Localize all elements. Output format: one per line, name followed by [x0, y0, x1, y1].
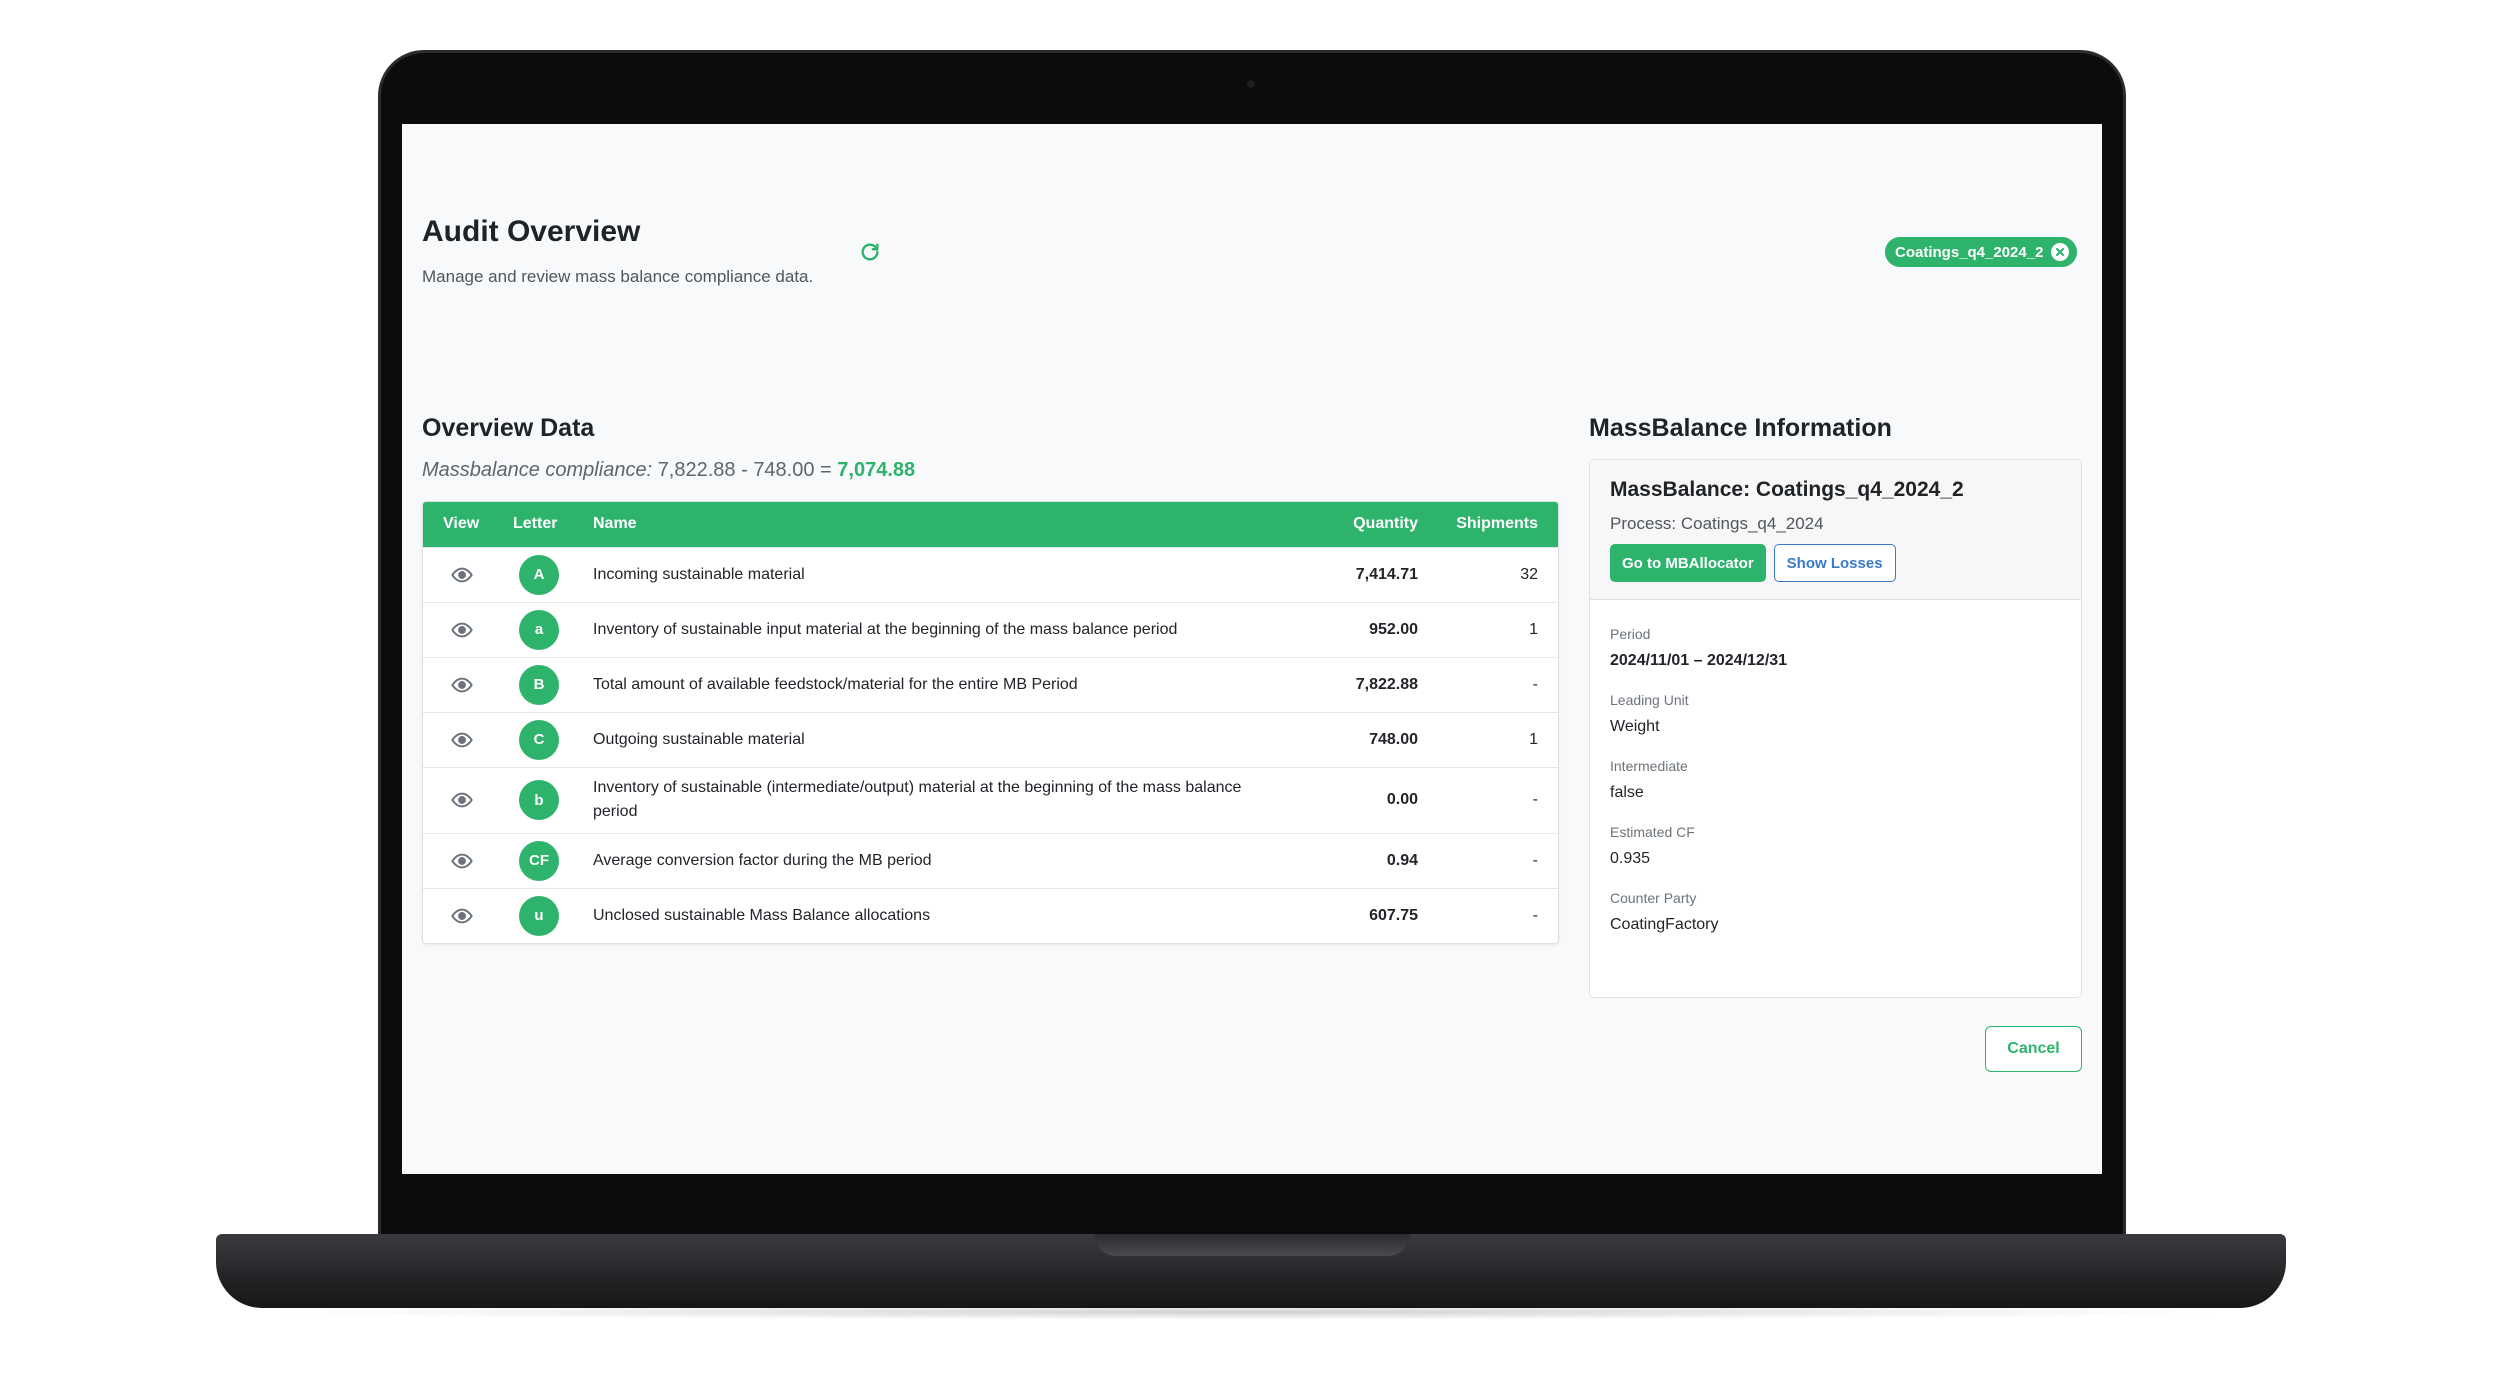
- view-row-button[interactable]: [449, 562, 475, 588]
- field-label: Intermediate: [1610, 758, 1688, 774]
- massbalance-card-title: MassBalance: Coatings_q4_2024_2: [1610, 478, 1964, 501]
- column-header-shipments: Shipments: [1456, 515, 1538, 533]
- eye-icon: [451, 567, 473, 582]
- laptop-shadow: [260, 1304, 2240, 1320]
- table-row: a Inventory of sustainable input materia…: [423, 602, 1558, 657]
- letter-badge: a: [519, 609, 559, 650]
- column-header-letter: Letter: [513, 515, 558, 533]
- field-label: Leading Unit: [1610, 692, 1689, 708]
- eye-icon: [451, 622, 473, 637]
- row-quantity: 0.00: [1386, 791, 1418, 808]
- row-quantity: 7,414.71: [1355, 565, 1418, 583]
- massbalance-card-body: Period 2024/11/01 – 2024/12/31 Leading U…: [1590, 600, 2081, 934]
- chip-label: Coatings_q4_2024_2: [1895, 243, 2044, 261]
- column-header-name: Name: [593, 515, 637, 533]
- eye-icon: [451, 732, 473, 747]
- field-value: 2024/11/01 – 2024/12/31: [1610, 652, 1788, 669]
- massbalance-process: Process: Coatings_q4_2024: [1610, 514, 1824, 533]
- view-row-button[interactable]: [449, 848, 475, 874]
- field-intermediate: Intermediate false: [1610, 758, 2061, 802]
- letter-badge: b: [519, 780, 559, 820]
- overview-table: View Letter Name Quantity Shipments A In…: [422, 501, 1559, 944]
- eye-icon: [451, 853, 473, 868]
- row-name: Inventory of sustainable (intermediate/o…: [593, 779, 1242, 820]
- row-shipments: 1: [1529, 620, 1538, 638]
- refresh-icon: [861, 243, 879, 261]
- row-name: Inventory of sustainable input material …: [593, 620, 1178, 638]
- row-name: Total amount of available feedstock/mate…: [593, 675, 1078, 693]
- table-row: A Incoming sustainable material 7,414.71…: [423, 547, 1558, 602]
- laptop-notch: [1094, 1234, 1410, 1256]
- table-row: b Inventory of sustainable (intermediate…: [423, 767, 1558, 833]
- page-subtitle: Manage and review mass balance complianc…: [422, 267, 814, 286]
- letter-badge: CF: [519, 840, 559, 881]
- overview-section-title: Overview Data: [422, 414, 595, 442]
- field-value: 0.935: [1610, 850, 1651, 867]
- column-header-quantity: Quantity: [1353, 515, 1418, 533]
- compliance-label: Massbalance compliance:: [422, 459, 653, 481]
- compliance-summary: Massbalance compliance: 7,822.88 - 748.0…: [422, 459, 915, 482]
- compliance-result: 7,074.88: [837, 459, 916, 481]
- row-shipments: 32: [1520, 565, 1538, 583]
- letter-badge: C: [519, 719, 559, 760]
- field-label: Period: [1610, 626, 1651, 642]
- letter-badge: B: [519, 664, 559, 705]
- field-value: Weight: [1610, 718, 1660, 735]
- massbalance-filter-chip: Coatings_q4_2024_2: [1885, 237, 2078, 267]
- field-counter-party: Counter Party CoatingFactory: [1610, 890, 2061, 934]
- view-row-button[interactable]: [449, 903, 475, 929]
- close-circle-icon: [2056, 248, 2065, 256]
- eye-icon: [451, 908, 473, 924]
- massbalance-actions: Go to MBAllocator Show Losses: [1610, 544, 2061, 582]
- row-shipments: -: [1532, 906, 1538, 924]
- table-header-row: View Letter Name Quantity Shipments: [423, 502, 1558, 547]
- column-header-view: View: [443, 515, 480, 533]
- massbalance-info-card: MassBalance: Coatings_q4_2024_2 Process:…: [1589, 459, 2082, 998]
- chip-remove-button[interactable]: [2051, 243, 2070, 261]
- field-leading-unit: Leading Unit Weight: [1610, 692, 2061, 736]
- table-row: C Outgoing sustainable material 748.00 1: [423, 712, 1558, 767]
- eye-icon: [451, 792, 473, 808]
- row-quantity: 748.00: [1369, 730, 1418, 748]
- go-to-mballocator-button[interactable]: Go to MBAllocator: [1610, 544, 1766, 582]
- refresh-button[interactable]: [856, 238, 884, 266]
- letter-badge: u: [519, 895, 559, 936]
- page-title: Audit Overview: [422, 215, 641, 248]
- view-row-button[interactable]: [449, 672, 475, 698]
- field-value: false: [1610, 784, 1644, 801]
- view-row-button[interactable]: [449, 617, 475, 643]
- show-losses-button[interactable]: Show Losses: [1773, 544, 1896, 582]
- letter-badge: A: [519, 554, 559, 595]
- table-row: u Unclosed sustainable Mass Balance allo…: [423, 888, 1558, 943]
- row-shipments: 1: [1529, 730, 1538, 748]
- row-shipments: -: [1532, 675, 1538, 693]
- compliance-expression: 7,822.88 - 748.00 =: [657, 459, 832, 481]
- row-quantity: 0.94: [1386, 851, 1418, 869]
- row-name: Unclosed sustainable Mass Balance alloca…: [593, 906, 931, 924]
- field-period: Period 2024/11/01 – 2024/12/31: [1610, 626, 2061, 670]
- table-row: B Total amount of available feedstock/ma…: [423, 657, 1558, 712]
- row-name: Average conversion factor during the MB …: [593, 851, 932, 869]
- row-quantity: 952.00: [1369, 620, 1418, 638]
- eye-icon: [451, 677, 473, 692]
- cancel-button[interactable]: Cancel: [1985, 1026, 2082, 1072]
- field-estimated-cf: Estimated CF 0.935: [1610, 824, 2061, 868]
- table-row: CF Average conversion factor during the …: [423, 833, 1558, 888]
- field-label: Counter Party: [1610, 890, 1697, 906]
- camera: [1247, 80, 1255, 88]
- row-shipments: -: [1532, 791, 1538, 808]
- view-row-button[interactable]: [449, 787, 475, 813]
- massbalance-section-title: MassBalance Information: [1589, 414, 1892, 442]
- massbalance-card-header: MassBalance: Coatings_q4_2024_2 Process:…: [1590, 460, 2081, 600]
- row-name: Outgoing sustainable material: [593, 730, 805, 748]
- row-shipments: -: [1532, 851, 1538, 869]
- field-label: Estimated CF: [1610, 824, 1695, 840]
- row-name: Incoming sustainable material: [593, 565, 805, 583]
- field-value: CoatingFactory: [1610, 916, 1719, 933]
- view-row-button[interactable]: [449, 727, 475, 753]
- app-screen: Audit Overview Manage and review mass ba…: [402, 124, 2102, 1174]
- row-quantity: 607.75: [1369, 906, 1418, 924]
- row-quantity: 7,822.88: [1355, 675, 1418, 693]
